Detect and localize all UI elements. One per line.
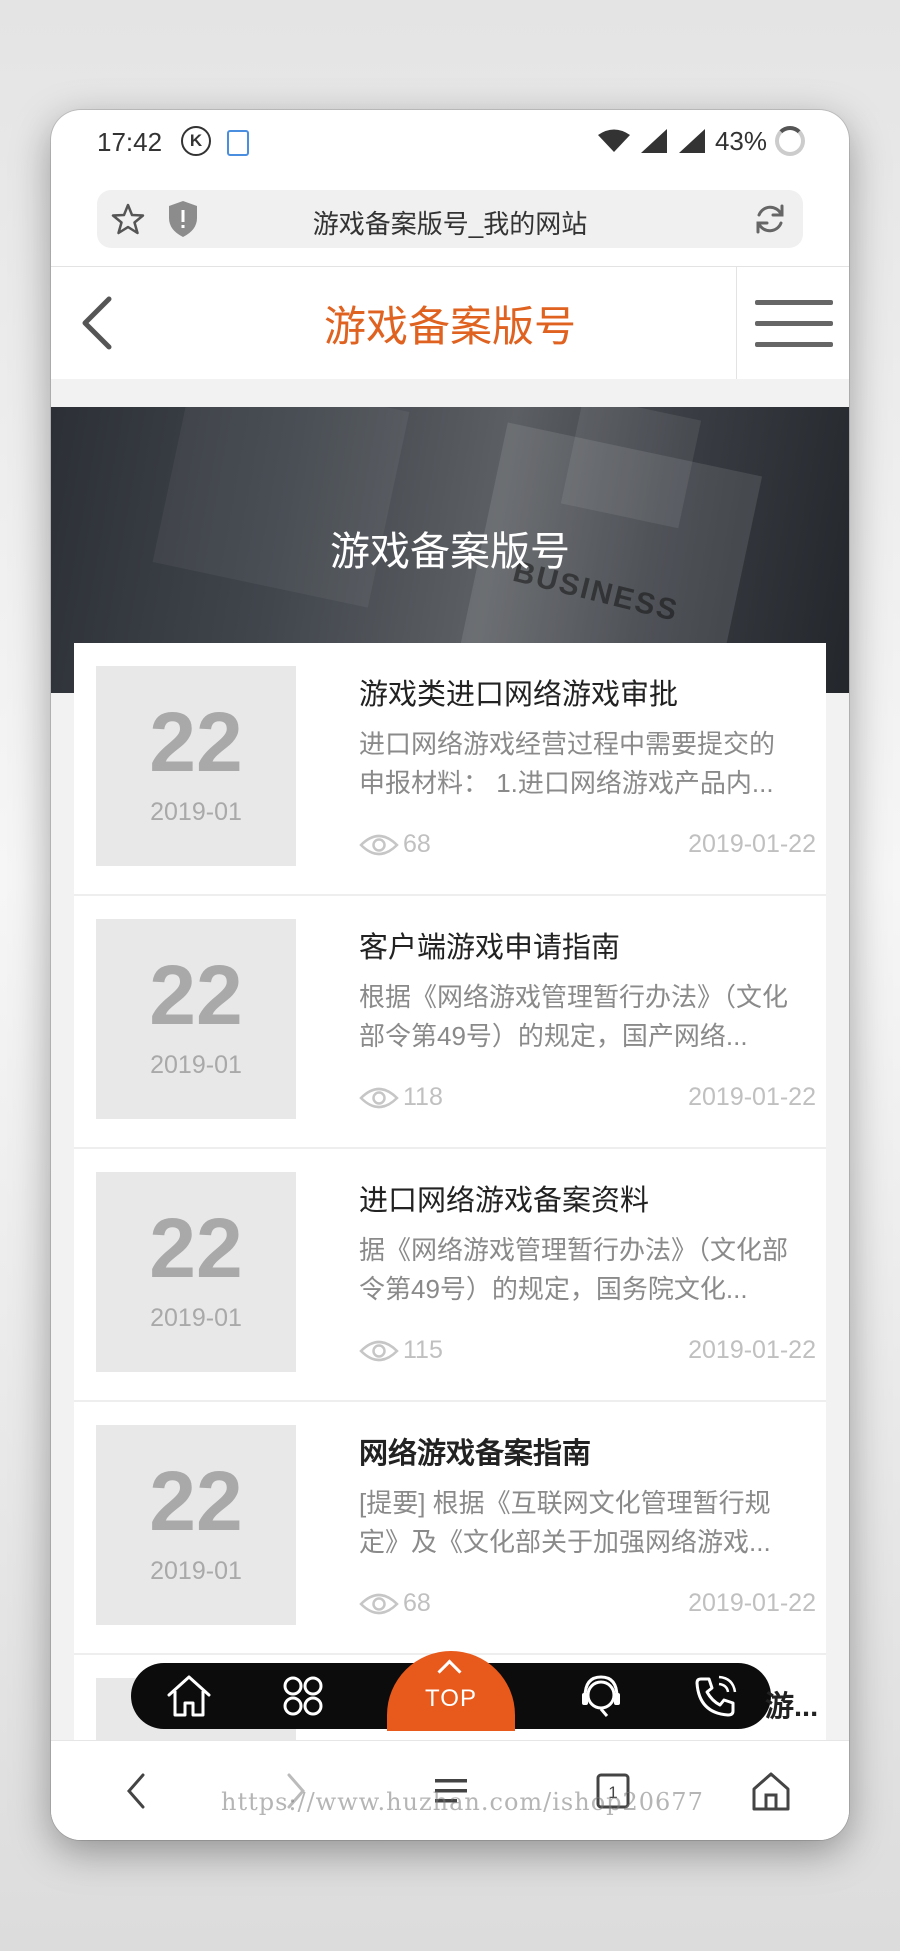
view-count: 68 [403,830,431,858]
date-year-month: 2019-01 [150,1304,242,1332]
customer-service-icon[interactable] [577,1673,625,1719]
calendar-notification-icon [227,130,249,156]
article-date: 2019-01-22 [688,1336,816,1364]
status-bar: 17:42 K 43% [51,110,849,176]
status-right: 43% [597,124,805,158]
article-title[interactable]: 进口网络游戏备案资料 [359,1177,649,1219]
battery-icon [775,126,805,156]
list-item[interactable]: 22 2019-01 客户端游戏申请指南 根据《网络游戏管理暂行办法》（文化部令… [74,896,826,1149]
date-year-month: 2019-01 [150,1051,242,1079]
article-title[interactable]: 网络游戏备案指南 [359,1430,591,1472]
browser-home-icon[interactable] [749,1769,793,1813]
article-excerpt: 进口网络游戏经营过程中需要提交的申报材料： 1.进口网络游戏产品内... [359,729,776,798]
battery-percent: 43% [714,125,767,156]
k-app-icon: K [181,126,211,156]
page-title: 游戏备案版号 [323,303,576,350]
date-box: 22 2019-01 [96,919,296,1119]
chevron-up-icon [437,1659,462,1684]
phone-frame: 17:42 K 43% 游戏备案版号_我的网站 游戏备案版号 BUSINESS … [51,110,849,1840]
top-label: TOP [425,1685,477,1712]
url-title[interactable]: 游戏备案版号_我的网站 [97,204,803,241]
eye-icon [359,1087,399,1109]
category-icon[interactable] [279,1673,327,1719]
article-list: 22 2019-01 游戏类进口网络游戏审批 进口网络游戏经营过程中需要提交的申… [74,643,826,1798]
view-count: 115 [403,1336,443,1364]
date-box: 22 2019-01 [96,666,296,866]
list-item[interactable]: 22 2019-01 游戏类进口网络游戏审批 进口网络游戏经营过程中需要提交的申… [74,643,826,896]
reload-icon[interactable] [753,202,787,236]
article-date: 2019-01-22 [688,830,816,858]
banner-paper-shape-3 [152,407,410,608]
back-icon[interactable] [73,293,123,353]
eye-icon [359,1340,399,1362]
eye-icon [359,1593,399,1615]
list-item[interactable]: 22 2019-01 网络游戏备案指南 [提要] 根据《互联网文化管理暂行规定》… [74,1402,826,1655]
article-title[interactable]: 客户端游戏申请指南 [359,924,620,966]
wifi-icon [597,129,630,152]
signal-icon-2 [678,129,705,153]
date-year-month: 2019-01 [150,798,242,826]
status-time: 17:42 [97,127,163,157]
date-day: 22 [149,948,243,1042]
date-day: 22 [149,695,243,789]
phone-icon[interactable] [691,1673,739,1719]
partial-article-title[interactable]: 游... [765,1683,818,1725]
date-day: 22 [149,1454,243,1548]
list-item[interactable]: 22 2019-01 进口网络游戏备案资料 据《网络游戏管理暂行办法》（文化部令… [74,1149,826,1402]
eye-icon [359,834,399,856]
menu-button[interactable] [736,267,849,379]
date-box: 22 2019-01 [96,1425,296,1625]
view-count: 68 [403,1589,431,1617]
banner-title: 游戏备案版号 [330,530,570,574]
article-excerpt: 根据《网络游戏管理暂行办法》（文化部令第49号）的规定，国产网络... [359,982,789,1051]
article-excerpt: [提要] 根据《互联网文化管理暂行规定》及《文化部关于加强网络游戏... [359,1488,771,1557]
date-box: 22 2019-01 [96,1172,296,1372]
home-icon[interactable] [165,1673,213,1719]
date-year-month: 2019-01 [150,1557,242,1585]
article-title[interactable]: 游戏类进口网络游戏审批 [359,671,678,713]
article-date: 2019-01-22 [688,1589,816,1617]
browser-back-icon[interactable] [121,1769,153,1813]
date-day: 22 [149,1201,243,1295]
article-excerpt: 据《网络游戏管理暂行办法》（文化部令第49号）的规定，国务院文化... [359,1235,789,1304]
header-spacer [51,379,849,407]
watermark: https://www.huzhan.com/ishop20677 [221,1788,704,1816]
signal-icon [640,129,667,153]
view-count: 118 [403,1083,443,1111]
site-header: 游戏备案版号 [51,266,849,380]
article-date: 2019-01-22 [688,1083,816,1111]
url-bar[interactable]: 游戏备案版号_我的网站 [97,190,803,248]
